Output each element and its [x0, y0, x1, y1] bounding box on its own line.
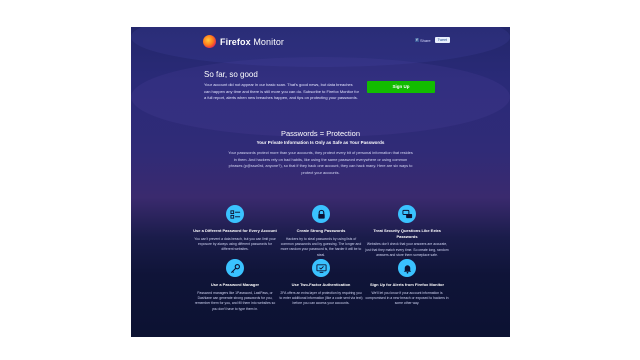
feature-title: Use Two-Factor Authentication	[291, 282, 351, 287]
feature-security-questions: Treat Security Questions Like Extra Pass…	[365, 205, 449, 258]
tweet-button[interactable]: Tweet	[434, 37, 450, 43]
feature-text: 2FA offers an extra layer of protection …	[279, 290, 363, 306]
feature-title: Sign Up for Alerts from Firefox Monitor	[369, 282, 445, 287]
share-bar: f Share Tweet	[414, 37, 450, 43]
feature-different-password: Use a Different Password for Every Accou…	[193, 205, 277, 253]
monitor-page: Firefox Monitor f Share Tweet So far, so…	[131, 27, 510, 337]
logo-text: Firefox Monitor	[220, 36, 285, 47]
feature-text: Hackers try to steal passwords by using …	[280, 236, 362, 257]
passwords-protection-text: Your passwords protect more than your ac…	[228, 150, 413, 175]
feature-password-manager: Use a Password Manager Password managers…	[193, 259, 277, 312]
facebook-icon: f	[414, 37, 419, 42]
feature-text: You can't prevent a data breach, but you…	[194, 236, 276, 252]
lock-icon	[312, 205, 330, 223]
facebook-share-label: Share	[419, 37, 431, 43]
screen-check-icon	[312, 259, 330, 277]
firefox-monitor-logo[interactable]: Firefox Monitor	[203, 35, 284, 48]
shield-list-icon	[226, 205, 244, 223]
feature-text: We'll let you know if your account infor…	[365, 290, 449, 306]
so-far-title: So far, so good	[204, 70, 258, 79]
facebook-share-button[interactable]: f Share	[414, 37, 431, 43]
firefox-logo-icon	[203, 35, 216, 48]
sign-up-button[interactable]: Sign Up	[367, 81, 435, 93]
feature-title: Create Strong Passwords	[296, 228, 346, 233]
feature-text: Websites don't check that your answers a…	[365, 242, 449, 257]
passwords-protection-title: Passwords = Protection	[281, 129, 360, 138]
feature-two-factor: Use Two-Factor Authentication 2FA offers…	[279, 259, 363, 307]
so-far-text: Your account did not appear in our basic…	[204, 82, 359, 101]
chat-bubbles-icon	[398, 205, 416, 223]
key-icon	[226, 259, 244, 277]
feature-monitor-alerts: Sign Up for Alerts from Firefox Monitor …	[365, 259, 449, 307]
feature-title: Use a Different Password for Every Accou…	[193, 228, 277, 233]
passwords-protection-subtitle: Your Private Information Is Only as Safe…	[256, 140, 385, 145]
feature-title: Use a Password Manager	[210, 282, 260, 287]
bell-icon	[398, 259, 416, 277]
feature-title: Treat Security Questions Like Extra Pass…	[373, 228, 441, 239]
header: Firefox Monitor f Share Tweet	[131, 27, 510, 57]
feature-strong-passwords: Create Strong Passwords Hackers try to s…	[279, 205, 363, 258]
feature-text: Password managers like 1Password, LastPa…	[194, 290, 276, 311]
